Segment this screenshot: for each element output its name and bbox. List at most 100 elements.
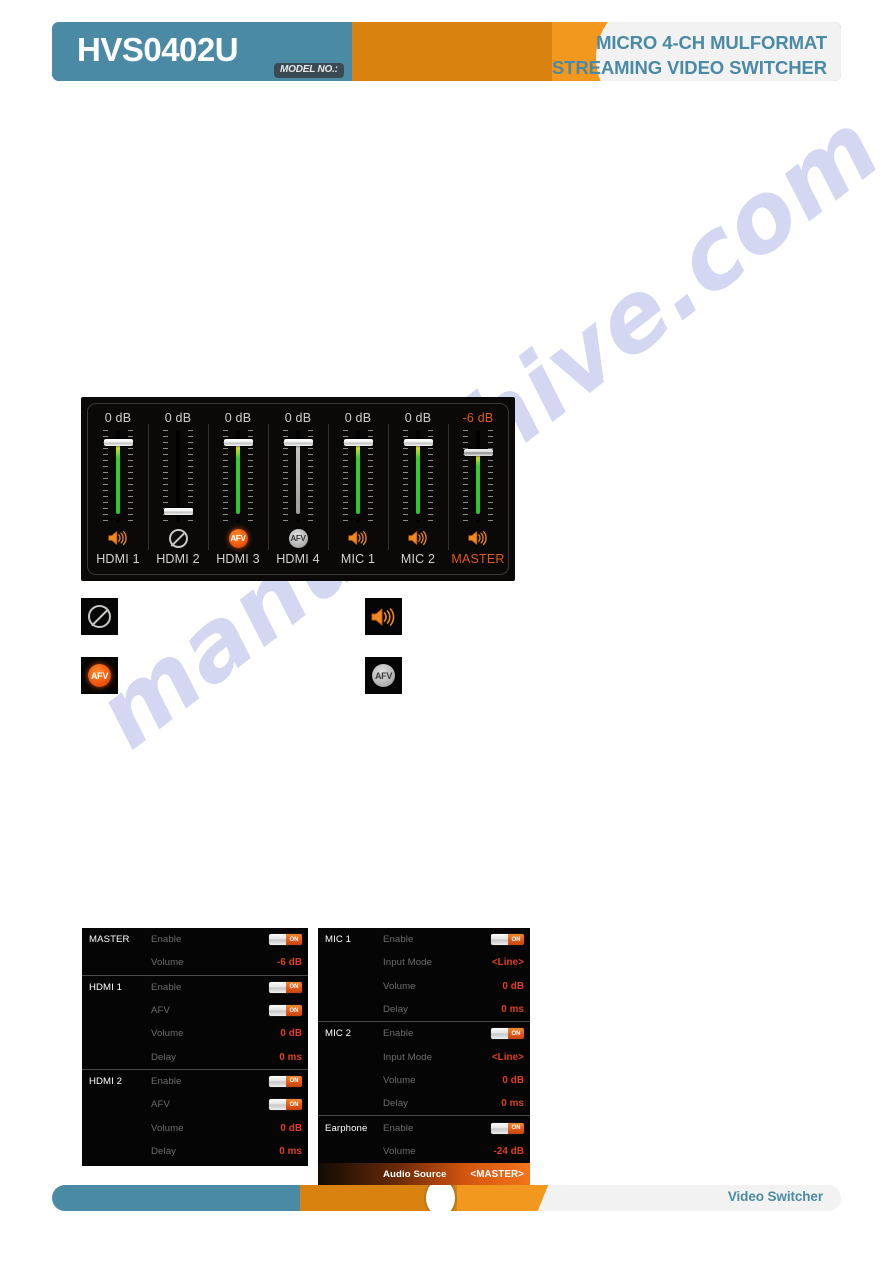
settings-value[interactable]: 0 ms (279, 1052, 302, 1063)
toggle-switch[interactable]: ON (269, 1075, 302, 1087)
settings-row-afv[interactable]: AFV ON (82, 1093, 308, 1116)
fader-handle[interactable] (283, 439, 313, 446)
product-title: MICRO 4-CH MULFORMAT STREAMING VIDEO SWI… (552, 31, 827, 81)
afv-off-icon-glyph: AFV (372, 664, 395, 687)
channel-name-label: MIC 1 (340, 552, 376, 566)
mixer-channel-strip-container: 0 dB HDMI 1 0 dB HDMI 2 0 dB AFV HDMI 3 0 dB AFV… (87, 403, 509, 575)
channel-fader[interactable] (155, 430, 201, 523)
settings-row-volume[interactable]: Volume -24 dB (318, 1140, 530, 1163)
settings-value[interactable]: -6 dB (277, 957, 302, 968)
speaker-icon-glyph (348, 530, 367, 546)
settings-property-label: Input Mode (383, 1051, 433, 1063)
settings-value[interactable]: 0 dB (280, 1028, 302, 1039)
settings-value[interactable]: 0 ms (279, 1146, 302, 1157)
mixer-channel-mic-2[interactable]: 0 dB MIC 2 (388, 404, 448, 574)
settings-value[interactable]: 0 dB (502, 981, 524, 992)
channel-name-label: MIC 2 (400, 552, 436, 566)
channel-status-afv-on-icon[interactable]: AFV (227, 527, 249, 549)
mixer-channel-mic-1[interactable]: 0 dB MIC 1 (328, 404, 388, 574)
mixer-channel-hdmi-3[interactable]: 0 dB AFV HDMI 3 (208, 404, 268, 574)
settings-property-label: Volume (383, 980, 416, 992)
toggle-switch[interactable]: ON (491, 934, 524, 946)
settings-row-delay[interactable]: Delay 0 ms (82, 1140, 308, 1163)
page-header-banner: HVS0402U MODEL NO.: MICRO 4-CH MULFORMAT… (52, 22, 841, 81)
afv-on-icon-glyph: AFV (228, 528, 248, 548)
channel-status-afv-off-icon[interactable]: AFV (287, 527, 309, 549)
channel-name-label: HDMI 4 (276, 552, 320, 566)
settings-row-delay[interactable]: Delay 0 ms (318, 998, 530, 1021)
channel-db-value: 0 dB (224, 411, 252, 425)
settings-group-label: HDMI 1 (89, 981, 123, 993)
fader-handle[interactable] (403, 439, 433, 446)
fader-handle[interactable] (223, 439, 253, 446)
channel-level-bar (296, 442, 300, 514)
settings-value[interactable]: <MASTER> (470, 1169, 524, 1180)
settings-value[interactable]: 0 dB (502, 1075, 524, 1086)
fader-handle[interactable] (463, 449, 493, 456)
toggle-on-segment: ON (286, 981, 302, 993)
settings-row-volume[interactable]: Volume 0 dB (318, 1069, 530, 1092)
settings-group-earphone: Earphone Enable ON Volume -24 dB Audio Source… (318, 1115, 530, 1187)
settings-row-audio-source[interactable]: Audio Source <MASTER> (318, 1162, 530, 1187)
settings-row-delay[interactable]: Delay 0 ms (82, 1045, 308, 1068)
settings-value[interactable]: 0 ms (501, 1098, 524, 1109)
toggle-switch[interactable]: ON (269, 981, 302, 993)
settings-row-enable[interactable]: HDMI 2 Enable ON (82, 1070, 308, 1093)
channel-db-value: 0 dB (344, 411, 372, 425)
mixer-channel-hdmi-1[interactable]: 0 dB HDMI 1 (88, 404, 148, 574)
settings-row-volume[interactable]: Volume 0 dB (82, 1022, 308, 1045)
settings-row-enable[interactable]: HDMI 1 Enable ON (82, 976, 308, 999)
settings-property-label: Delay (383, 1004, 409, 1016)
channel-fader[interactable] (335, 430, 381, 523)
settings-row-afv[interactable]: AFV ON (82, 999, 308, 1022)
settings-value[interactable]: <Line> (492, 957, 524, 968)
toggle-switch[interactable]: ON (269, 934, 302, 946)
fader-handle[interactable] (103, 439, 133, 446)
settings-row-input-mode[interactable]: Input Mode <Line> (318, 951, 530, 974)
mixer-channel-hdmi-4[interactable]: 0 dB AFV HDMI 4 (268, 404, 328, 574)
channel-name-label: HDMI 2 (156, 552, 200, 566)
audio-settings-panel-right: MIC 1 Enable ON Input Mode <Line> Volume 0 dB D… (318, 928, 530, 1187)
channel-fader[interactable] (395, 430, 441, 523)
channel-fader[interactable] (95, 430, 141, 523)
channel-status-mute-icon[interactable] (167, 527, 189, 549)
toggle-switch[interactable]: ON (491, 1122, 524, 1134)
toggle-switch[interactable]: ON (269, 1005, 302, 1017)
page-footer-banner: Video Switcher (52, 1185, 841, 1211)
settings-row-volume[interactable]: Volume -6 dB (82, 951, 308, 974)
settings-row-enable[interactable]: MIC 2 Enable ON (318, 1022, 530, 1045)
channel-fader[interactable] (215, 430, 261, 523)
toggle-off-segment (269, 1005, 286, 1017)
mixer-channel-master[interactable]: -6 dB MASTER (448, 404, 508, 574)
settings-value[interactable]: 0 dB (280, 1123, 302, 1134)
settings-row-delay[interactable]: Delay 0 ms (318, 1092, 530, 1115)
settings-property-label: AFV (151, 1099, 170, 1111)
channel-fader[interactable] (275, 430, 321, 523)
toggle-on-segment: ON (286, 1005, 302, 1017)
mixer-channel-hdmi-2[interactable]: 0 dB HDMI 2 (148, 404, 208, 574)
settings-row-enable[interactable]: MASTER Enable ON (82, 928, 308, 951)
fader-handle[interactable] (163, 508, 193, 515)
toggle-switch[interactable]: ON (269, 1099, 302, 1111)
toggle-switch[interactable]: ON (491, 1028, 524, 1040)
channel-status-speaker-icon[interactable] (107, 527, 129, 549)
settings-row-volume[interactable]: Volume 0 dB (82, 1116, 308, 1139)
settings-row-enable[interactable]: MIC 1 Enable ON (318, 928, 530, 951)
settings-value[interactable]: <Line> (492, 1052, 524, 1063)
channel-status-speaker-icon[interactable] (407, 527, 429, 549)
channel-status-speaker-icon[interactable] (467, 527, 489, 549)
channel-db-value: 0 dB (164, 411, 192, 425)
settings-value[interactable]: -24 dB (493, 1146, 524, 1157)
channel-status-speaker-icon[interactable] (347, 527, 369, 549)
settings-property-label: AFV (151, 1005, 170, 1017)
mute-icon-glyph (168, 528, 188, 548)
settings-row-input-mode[interactable]: Input Mode <Line> (318, 1045, 530, 1068)
settings-value[interactable]: 0 ms (501, 1004, 524, 1015)
toggle-off-segment (491, 1028, 508, 1040)
channel-fader[interactable] (455, 430, 501, 523)
settings-group-hdmi-1: HDMI 1 Enable ON AFV ON Volume 0 dB Delay 0 ms (82, 974, 308, 1069)
fader-handle[interactable] (343, 439, 373, 446)
settings-row-volume[interactable]: Volume 0 dB (318, 975, 530, 998)
settings-row-enable[interactable]: Earphone Enable ON (318, 1116, 530, 1139)
settings-property-label: Delay (383, 1098, 409, 1110)
